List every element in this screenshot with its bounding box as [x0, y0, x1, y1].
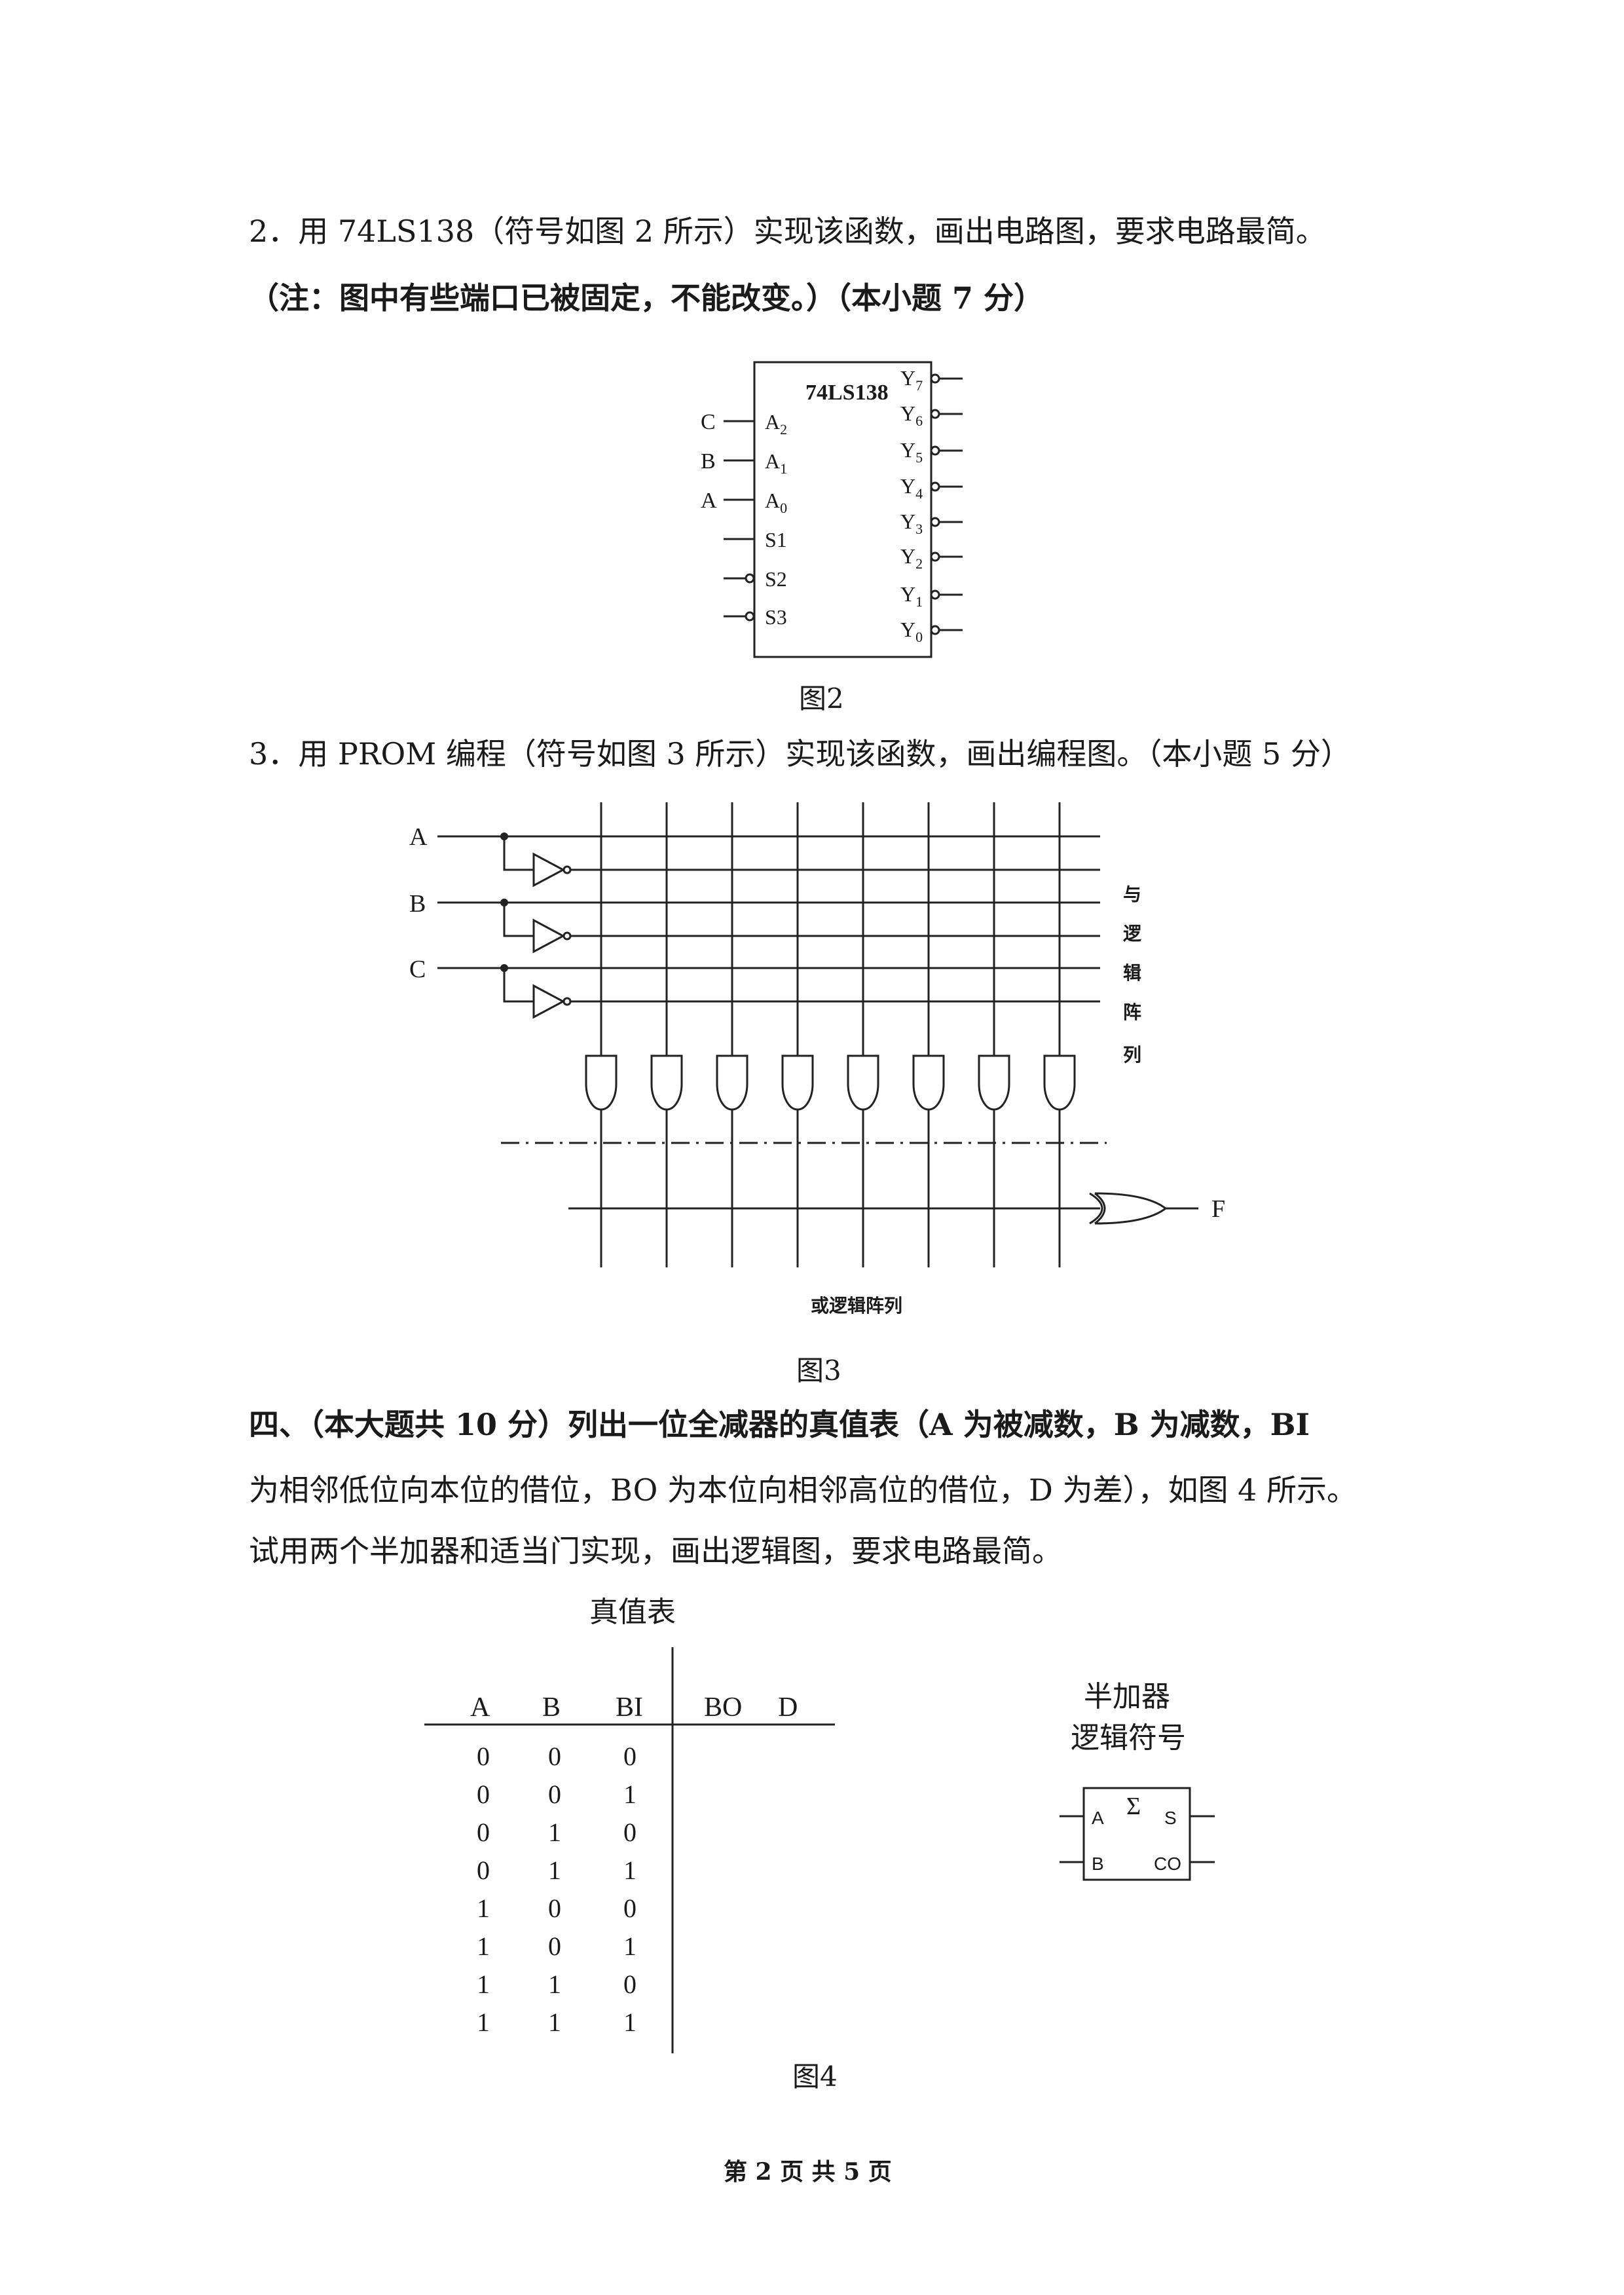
header-bo: BO — [704, 1692, 742, 1723]
table-cell: 0 — [548, 1894, 561, 1923]
table-cell: 1 — [548, 1856, 561, 1885]
truth-table-rows: 0 0 0 0 0 1 0 1 0 0 1 1 1 0 0 1 0 1 1 1 0 1 1 1 — [477, 1742, 637, 2037]
table-row: 1 0 1 — [477, 1931, 637, 1961]
table-cell: 0 — [477, 1780, 490, 1809]
ha-pin-s: S — [1164, 1808, 1177, 1828]
table-cell: 1 — [623, 1856, 637, 1885]
table-cell: 1 — [477, 1931, 490, 1961]
table-cell: 1 — [548, 1969, 561, 1999]
table-cell: 1 — [548, 1818, 561, 1847]
table-cell: 0 — [623, 1969, 637, 1999]
table-cell: 0 — [477, 1818, 490, 1847]
table-row: 1 1 1 — [477, 2007, 637, 2037]
header-b: B — [542, 1692, 561, 1723]
table-row: 1 0 0 — [477, 1894, 637, 1923]
table-cell: 0 — [477, 1856, 490, 1885]
table-row: 0 0 0 — [477, 1742, 637, 1771]
half-adder-title-2: 逻辑符号 — [1071, 1722, 1186, 1754]
table-row: 1 1 0 — [477, 1969, 637, 1999]
half-adder-symbol: A B Σ S CO — [1060, 1787, 1215, 1881]
table-cell: 1 — [623, 1780, 637, 1809]
table-cell: 0 — [623, 1818, 637, 1847]
table-cell: 1 — [477, 2007, 490, 2037]
page-footer: 第 2 页 共 5 页 — [724, 2158, 892, 2186]
truth-table-headers: A B BI BO D — [470, 1692, 798, 1723]
table-cell: 0 — [548, 1931, 561, 1961]
header-d: D — [778, 1692, 798, 1723]
table-cell: 0 — [548, 1742, 561, 1771]
table-cell: 0 — [548, 1780, 561, 1809]
table-cell: 1 — [548, 2007, 561, 2037]
table-cell: 1 — [623, 2007, 637, 2037]
ha-sigma: Σ — [1126, 1793, 1141, 1820]
table-cell: 0 — [623, 1742, 637, 1771]
figure-4: A B BI BO D 0 0 0 0 0 1 0 1 0 0 1 1 1 0 0 1 0 1 1 1 0 1 1 1 半加器… — [424, 1647, 1215, 2053]
ha-pin-a: A — [1092, 1808, 1104, 1828]
table-cell: 1 — [477, 1969, 490, 1999]
ha-pin-co: CO — [1154, 1854, 1181, 1874]
table-row: 0 0 1 — [477, 1780, 637, 1809]
table-cell: 1 — [623, 1931, 637, 1961]
table-cell: 1 — [477, 1894, 490, 1923]
ha-pin-b: B — [1092, 1854, 1104, 1874]
table-row: 0 1 0 — [477, 1818, 637, 1847]
figure-4-caption: 图4 — [792, 2061, 838, 2093]
table-cell: 0 — [477, 1742, 490, 1771]
table-row: 0 1 1 — [477, 1856, 637, 1885]
half-adder-title-1: 半加器 — [1084, 1681, 1170, 1713]
header-bi: BI — [616, 1692, 643, 1723]
table-cell: 0 — [623, 1894, 637, 1923]
header-a: A — [470, 1692, 490, 1723]
